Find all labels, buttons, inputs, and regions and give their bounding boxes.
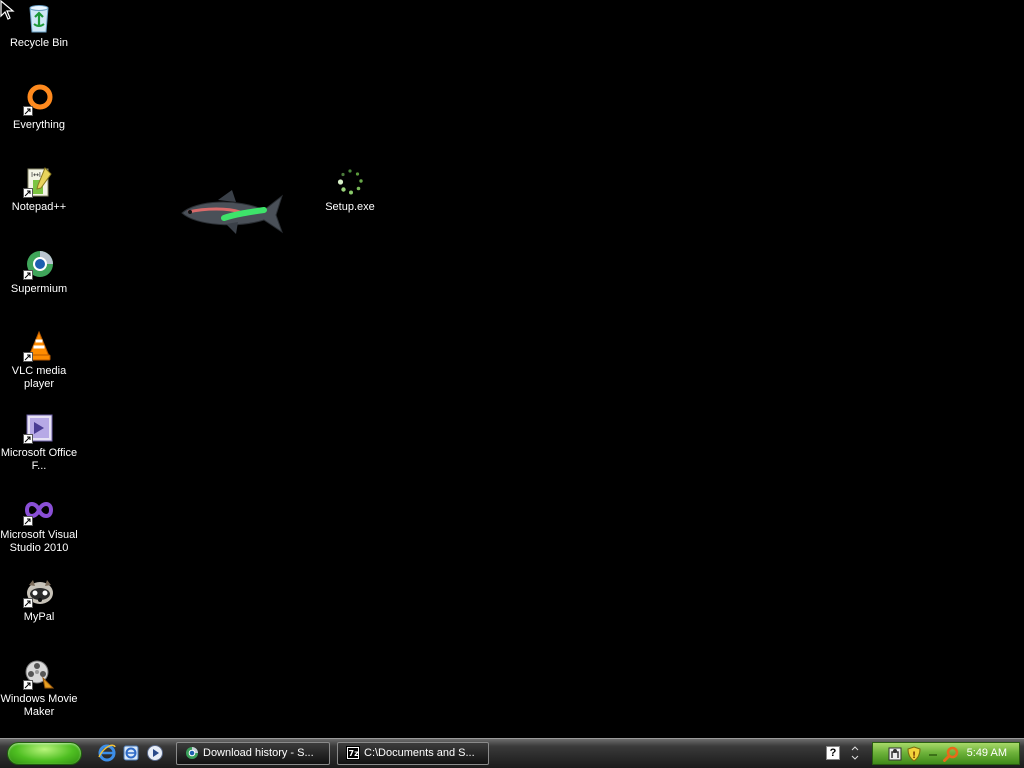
shortcut-arrow-icon [23, 188, 33, 198]
desktop-icon-label: Setup.exe [325, 201, 375, 213]
desktop[interactable]: Recycle Bin Everything I↔I Notepad++ Sup… [0, 0, 1024, 738]
shortcut-arrow-icon [23, 598, 33, 608]
tray-dash-icon [925, 746, 941, 762]
movie-maker-icon [23, 658, 55, 690]
desktop-icon-mypal[interactable]: MyPal [0, 576, 78, 624]
clock[interactable]: 5:49 AM [967, 743, 1007, 764]
svg-text:!: ! [912, 751, 916, 761]
desktop-icon-setup[interactable]: Setup.exe [311, 166, 389, 214]
desktop-icon-label: Microsoft Visual Studio 2010 [0, 529, 78, 554]
desktop-icon-office[interactable]: Microsoft Office F... [0, 412, 78, 473]
mypal-icon [23, 576, 55, 608]
desktop-icon-label: VLC media player [11, 365, 67, 390]
taskbar-button-label: Download history - S... [203, 747, 314, 759]
desktop-icon-label: Supermium [10, 283, 68, 295]
desktop-icon-everything[interactable]: Everything [0, 84, 78, 132]
shortcut-arrow-icon [23, 434, 33, 444]
desktop-icon-movie-maker[interactable]: Windows Movie Maker [0, 658, 78, 719]
desktop-icon-label: Windows Movie Maker [0, 693, 78, 718]
browser-icon [185, 746, 199, 760]
desktop-icon-label: Notepad++ [11, 201, 67, 213]
desktop-icon-visual-studio[interactable]: Microsoft Visual Studio 2010 [0, 494, 78, 555]
internet-explorer-icon[interactable] [98, 744, 116, 762]
ie-alt-icon[interactable] [122, 744, 140, 762]
taskbar-button-download-history[interactable]: Download history - S... [176, 742, 330, 765]
taskbar-button-label: C:\Documents and S... [364, 747, 475, 759]
desktop-icon-vlc[interactable]: VLC media player [0, 330, 78, 391]
desktop-icon-notepad-plus-plus[interactable]: I↔I Notepad++ [0, 166, 78, 214]
svg-text:7z: 7z [349, 749, 360, 758]
system-tray: ! 5:49 AM [872, 742, 1020, 765]
everything-icon [23, 84, 55, 116]
shortcut-arrow-icon [23, 680, 33, 690]
network-icon[interactable] [887, 746, 903, 762]
quick-launch-bar [98, 744, 164, 764]
setup-loading-icon [334, 166, 366, 198]
help-icon[interactable]: ? [826, 746, 840, 760]
mouse-cursor-icon [0, 0, 16, 20]
desktop-icon-label: Microsoft Office F... [0, 447, 78, 472]
desktop-icon-supermium[interactable]: Supermium [0, 248, 78, 296]
search-icon[interactable] [943, 746, 959, 762]
media-player-icon[interactable] [146, 744, 164, 762]
security-shield-icon[interactable]: ! [906, 746, 922, 762]
shortcut-arrow-icon [23, 270, 33, 280]
notepad-plus-plus-icon: I↔I [23, 166, 55, 198]
desktop-icon-label: Recycle Bin [9, 37, 69, 49]
seven-zip-icon: 7z [346, 746, 360, 760]
fish-desktop-pet[interactable] [178, 188, 284, 238]
svg-text:I↔I: I↔I [31, 171, 41, 179]
taskbar: Download history - S... 7z C:\Documents … [0, 738, 1024, 768]
desktop-icon-label: Everything [13, 119, 65, 131]
vlc-icon [23, 330, 55, 362]
desktop-icon-label: MyPal [23, 611, 55, 623]
shortcut-arrow-icon [23, 352, 33, 362]
tray-expand-icon[interactable] [850, 743, 860, 763]
recycle-bin-icon [23, 2, 55, 34]
office-icon [23, 412, 55, 444]
taskbar-button-7zip[interactable]: 7z C:\Documents and S... [337, 742, 489, 765]
shortcut-arrow-icon [23, 516, 33, 526]
visual-studio-icon [23, 494, 55, 526]
shortcut-arrow-icon [23, 106, 33, 116]
supermium-icon [23, 248, 55, 280]
start-button[interactable] [7, 742, 82, 765]
